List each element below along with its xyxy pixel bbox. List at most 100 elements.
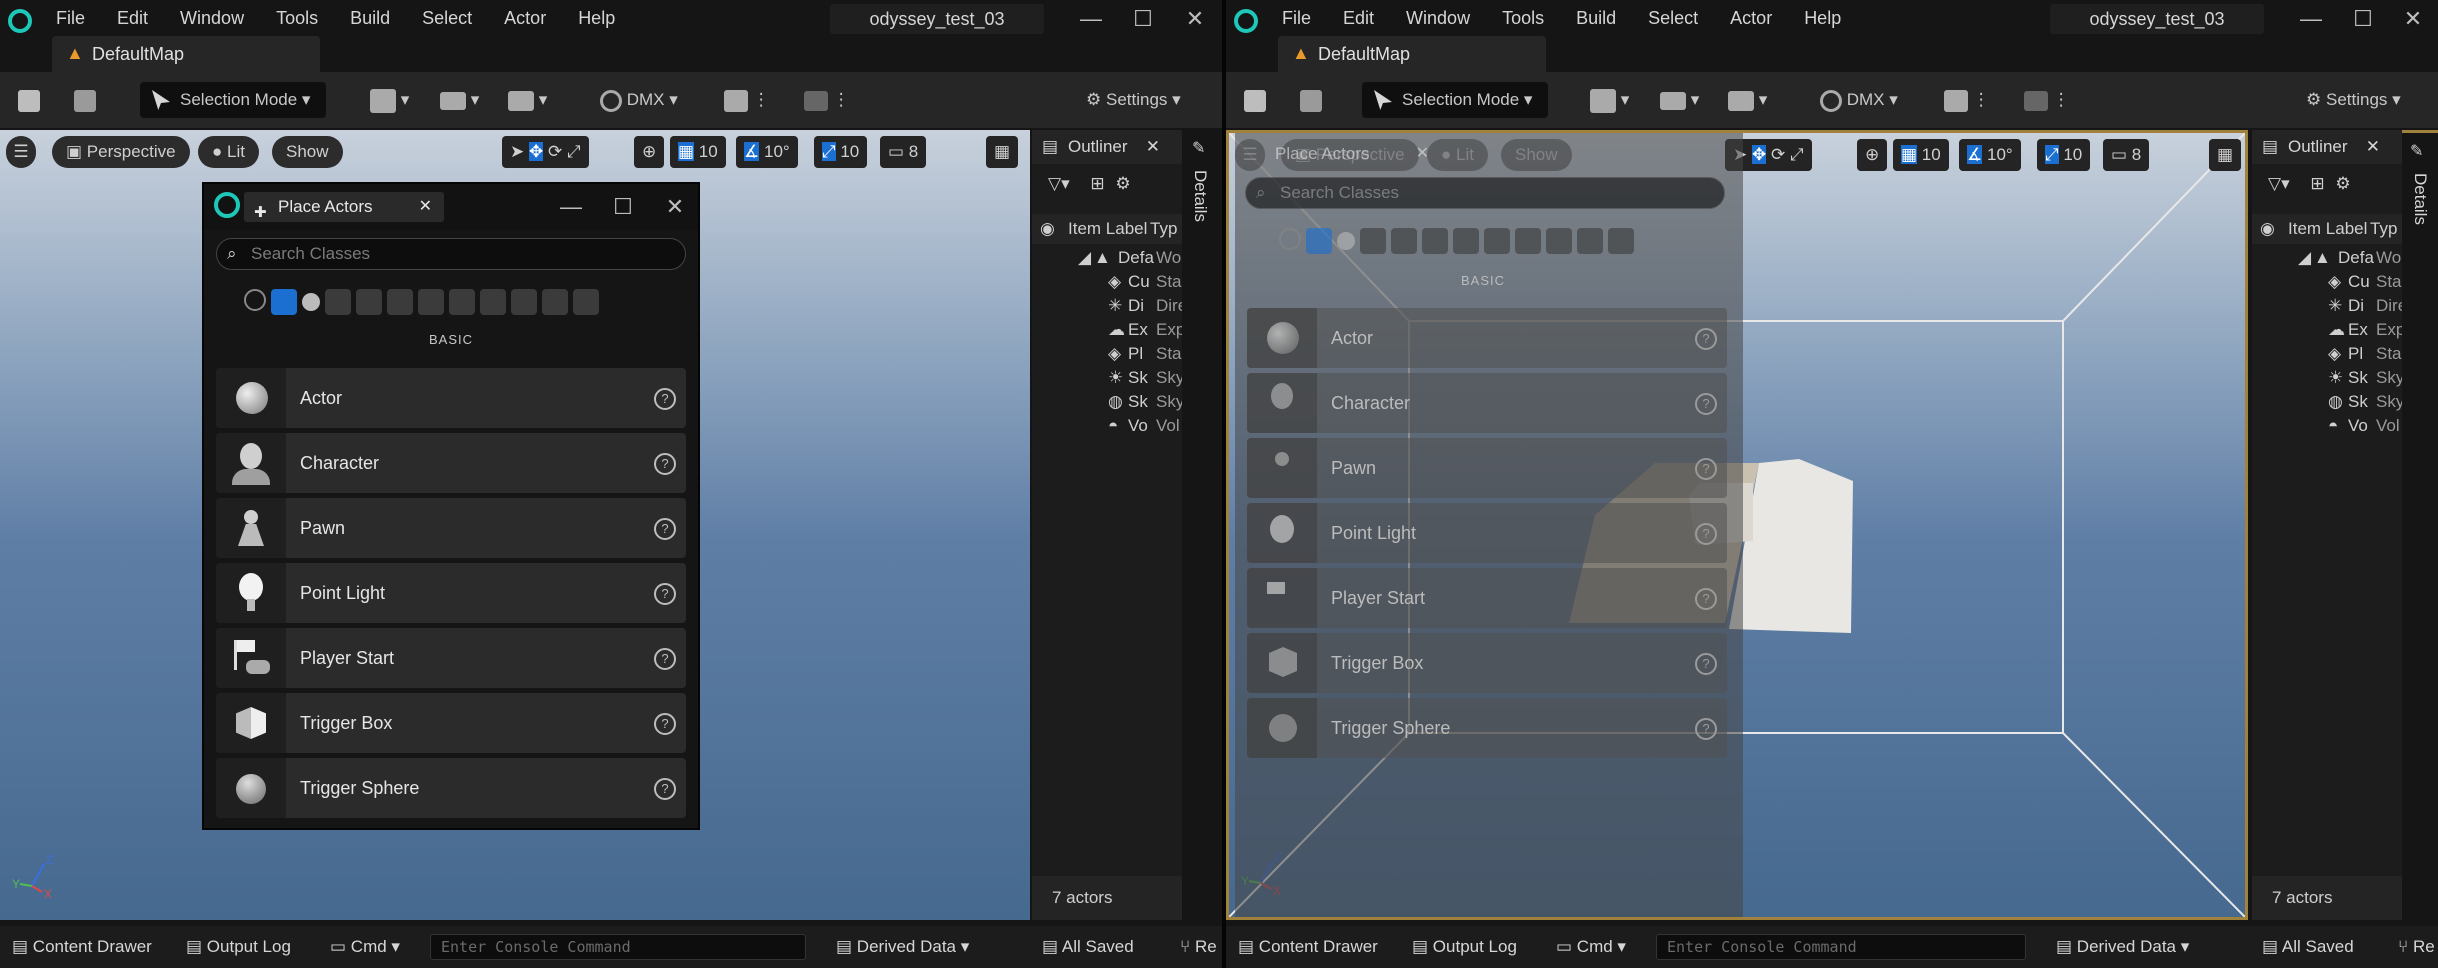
lights-category-icon[interactable] (302, 293, 320, 311)
dmx-button[interactable]: DMX ▾ (1820, 82, 1898, 118)
menu-file[interactable]: File (1282, 8, 1311, 29)
trigger-sphere-item[interactable]: Trigger Sphere? (216, 758, 686, 818)
volumes-category-icon[interactable] (449, 289, 475, 315)
rotate-tool-icon[interactable]: ⟳ (1771, 145, 1785, 164)
outliner-row[interactable]: ◈ Cu Sta (2252, 270, 2402, 294)
help-icon[interactable]: ? (654, 583, 676, 605)
rotation-snap[interactable]: ∡ 10° (736, 136, 798, 168)
col-item-label[interactable]: Item Label (1068, 214, 1148, 244)
settings-button[interactable]: ⚙ Settings ▾ (2306, 82, 2401, 118)
player-start-item[interactable]: Player Start? (1247, 568, 1727, 628)
grid-snap[interactable]: ▦ 10 (1893, 139, 1949, 171)
outliner-row[interactable]: ◓ Vo Vol (2252, 414, 2402, 438)
outliner-row[interactable]: ☀ Sk Sky (2252, 366, 2404, 390)
minimize-button[interactable]: — (1076, 4, 1106, 34)
rotate-tool-icon[interactable]: ⟳ (548, 142, 562, 161)
content-drawer-button[interactable]: ▤ Content Drawer (12, 926, 152, 968)
blueprint-button[interactable]: ▾ (440, 82, 479, 118)
move-tool-icon[interactable]: ✥ (1751, 145, 1767, 164)
basic-category-icon[interactable] (1306, 228, 1332, 254)
menu-build[interactable]: Build (350, 8, 390, 29)
menu-help[interactable]: Help (1804, 8, 1841, 29)
output-log-button[interactable]: ▤ Output Log (1412, 926, 1517, 968)
camera-speed[interactable]: ▭ 8 (880, 136, 927, 168)
help-icon[interactable]: ? (654, 388, 676, 410)
save-icon[interactable] (1244, 82, 1266, 118)
eye-icon[interactable]: ◉ (1040, 214, 1055, 244)
search-classes-input[interactable]: ⌕ Search Classes (216, 238, 686, 270)
outliner-row[interactable]: ✳ Di Dire (2252, 294, 2407, 318)
help-icon[interactable]: ? (1695, 718, 1717, 740)
menu-edit[interactable]: Edit (1343, 8, 1374, 29)
expand-arrow-icon[interactable]: ◢ (2298, 246, 2311, 270)
help-icon[interactable]: ? (654, 518, 676, 540)
visual-effects-category-icon[interactable] (1422, 228, 1448, 254)
viewport-layout-button[interactable]: ▦ (2209, 139, 2242, 171)
gear-icon[interactable]: ⚙ (2335, 174, 2350, 193)
close-tab-icon[interactable]: ✕ (419, 192, 432, 222)
volumes-category-icon[interactable] (1484, 228, 1510, 254)
menu-select[interactable]: Select (1648, 8, 1698, 29)
geometry-category-icon[interactable] (1453, 228, 1479, 254)
help-icon[interactable]: ? (654, 713, 676, 735)
add-actor-button[interactable]: ▾ (370, 82, 409, 118)
player-start-item[interactable]: Player Start? (216, 628, 686, 688)
menu-help[interactable]: Help (578, 8, 615, 29)
maximize-button[interactable]: ☐ (608, 192, 638, 222)
menu-tools[interactable]: Tools (276, 8, 318, 29)
dmx-category-icon[interactable] (1546, 228, 1572, 254)
browse-icon[interactable] (1300, 82, 1322, 118)
close-window-button[interactable]: ✕ (1180, 4, 1210, 34)
menu-tools[interactable]: Tools (1502, 8, 1544, 29)
dmx-category-icon[interactable] (511, 289, 537, 315)
trigger-box-item[interactable]: Trigger Box? (216, 693, 686, 753)
details-panel[interactable]: ✎ Details (1182, 130, 1222, 920)
help-icon[interactable]: ? (1695, 328, 1717, 350)
scale-snap[interactable]: ⤢ 10 (2037, 139, 2091, 171)
cmd-dropdown[interactable]: ▭ Cmd ▾ (330, 926, 400, 968)
menu-build[interactable]: Build (1576, 8, 1616, 29)
settings-button[interactable]: ⚙ Settings ▾ (1086, 82, 1181, 118)
outliner-row[interactable]: ◍ Sk Sky (2252, 390, 2404, 414)
panels-category-icon[interactable] (1577, 228, 1603, 254)
col-type[interactable]: Typ (2370, 214, 2397, 244)
scale-snap[interactable]: ⤢ 10 (814, 136, 868, 168)
select-tool-icon[interactable]: ➤ (510, 142, 524, 161)
menu-select[interactable]: Select (422, 8, 472, 29)
derived-data-button[interactable]: ▤ Derived Data ▾ (836, 926, 969, 968)
shapes-category-icon[interactable] (325, 289, 351, 315)
console-input[interactable]: Enter Console Command (430, 934, 806, 960)
trigger-box-item[interactable]: Trigger Box? (1247, 633, 1727, 693)
camera-lock-button[interactable]: ⋮ (804, 82, 850, 118)
actor-item[interactable]: Actor? (216, 368, 686, 428)
lights-category-icon[interactable] (1337, 232, 1355, 250)
help-icon[interactable]: ? (1695, 653, 1717, 675)
world-local-toggle[interactable]: ⊕ (1857, 139, 1888, 171)
col-item-label[interactable]: Item Label (2288, 214, 2368, 244)
point-light-item[interactable]: Point Light? (216, 563, 686, 623)
basic-category-icon[interactable] (271, 289, 297, 315)
outliner-row[interactable]: ◈ Pl Sta (2252, 342, 2402, 366)
level-viewport[interactable]: ☰ ▣ Perspective ● Lit Show ➤ ✥ ⟳ ⤢ ⊕ ▦ 1… (1226, 130, 2248, 920)
maximize-button[interactable]: ☐ (1128, 4, 1158, 34)
visual-effects-category-icon[interactable] (387, 289, 413, 315)
add-folder-icon[interactable]: ⊞ (1090, 174, 1104, 193)
outliner-row[interactable]: ✳ Di Dire (1032, 294, 1187, 318)
expand-arrow-icon[interactable]: ◢ (1078, 246, 1091, 270)
point-light-item[interactable]: Point Light? (1247, 503, 1727, 563)
pawn-item[interactable]: Pawn? (216, 498, 686, 558)
grid-snap[interactable]: ▦ 10 (670, 136, 726, 168)
place-actors-tab[interactable]: ✚ Place Actors ✕ (244, 192, 444, 222)
selection-mode-dropdown[interactable]: Selection Mode ▾ (1362, 82, 1548, 118)
platforms-button[interactable]: ⋮ (1944, 82, 1990, 118)
map-tab[interactable]: ▲ DefaultMap (52, 36, 320, 72)
menu-window[interactable]: Window (180, 8, 244, 29)
close-window-button[interactable]: ✕ (2398, 4, 2428, 34)
blueprint-button[interactable]: ▾ (1660, 82, 1699, 118)
map-tab[interactable]: ▲ DefaultMap (1278, 36, 1546, 72)
save-icon[interactable] (18, 82, 40, 118)
menu-file[interactable]: File (56, 8, 85, 29)
close-tab-icon[interactable]: ✕ (1416, 139, 1429, 169)
recent-icon[interactable] (244, 289, 266, 311)
character-item[interactable]: Character? (1247, 373, 1727, 433)
